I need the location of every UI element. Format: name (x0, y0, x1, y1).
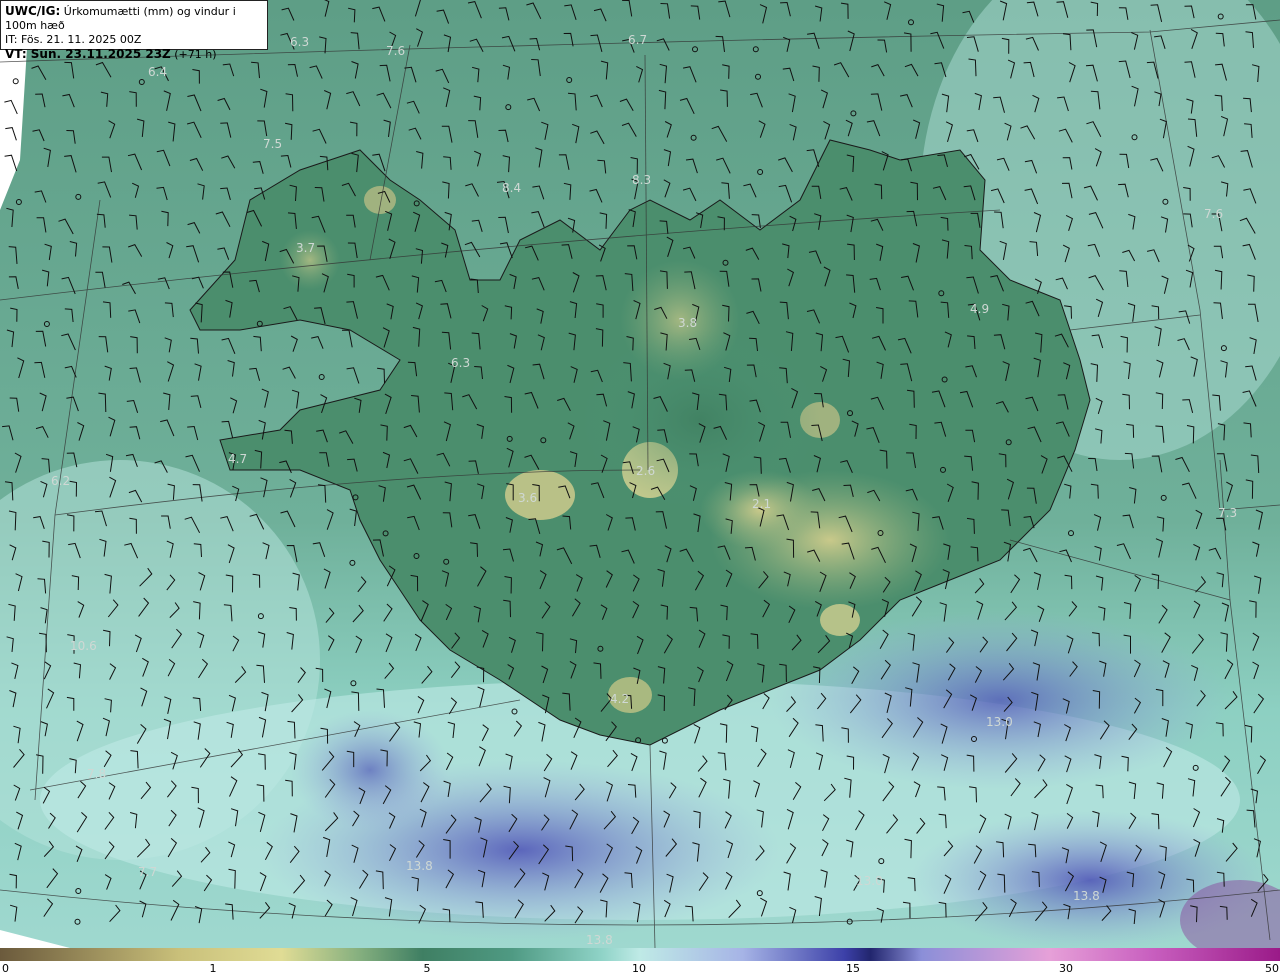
colorbar-tick: 50 (1265, 962, 1279, 975)
map-label: 7.7 (138, 865, 157, 879)
map-label: 6.2 (51, 474, 70, 488)
colorbar-tick: 30 (1059, 962, 1073, 975)
map-label: 4.7 (228, 452, 247, 466)
colorbar-gradient (0, 948, 1280, 961)
map-label: 3.6 (518, 491, 537, 505)
map-label: 7.6 (386, 44, 405, 58)
precipitable-water-map: 6.3 7.6 6.7 6.4 7.5 8.4 8.3 3.7 7.6 3.8 … (0, 0, 1280, 948)
valid-time: VT: Sun. 23.11.2025 23Z (5, 47, 171, 61)
map-label: 13.8 (586, 933, 613, 947)
map-label: 4.2 (610, 692, 629, 706)
map-label: 6.3 (290, 35, 309, 49)
map-label: 6.3 (451, 356, 470, 370)
map-label: 10.6 (70, 639, 97, 653)
map-label: 13.0 (856, 874, 883, 888)
colorbar-tick: 0 (2, 962, 9, 975)
map-title-box: UWC/IG: Úrkomumætti (mm) og vindur i 100… (0, 0, 268, 61)
lead-time: (+71 h) (174, 48, 217, 61)
colorbar-tick: 10 (632, 962, 646, 975)
init-time: IT: Fös. 21. 11. 2025 00Z (5, 33, 142, 46)
map-label: 3.7 (296, 241, 315, 255)
product-code: UWC/IG: (5, 4, 61, 18)
map-label: 8.3 (632, 173, 651, 187)
map-label: 7.5 (263, 137, 282, 151)
map-label: 13.0 (986, 715, 1013, 729)
map-label: 2.6 (636, 464, 655, 478)
map-label: 13.8 (1073, 889, 1100, 903)
colorbar-tick: 1 (209, 962, 217, 975)
map-label: 3.8 (678, 316, 697, 330)
map-label: 8.4 (502, 181, 521, 195)
map-label: 7.3 (1218, 506, 1237, 520)
map-label: 6.4 (148, 65, 167, 79)
map-label: 7.8 (87, 767, 106, 781)
map-label: 13.8 (406, 859, 433, 873)
colorbar-tick: 15 (846, 962, 860, 975)
map-label: 4.9 (970, 302, 989, 316)
map-label: 2.1 (752, 497, 771, 511)
map-label: 7.6 (1204, 207, 1223, 221)
map-label: 6.7 (628, 33, 647, 47)
colorbar: 0 1 5 10 15 30 50 (0, 948, 1280, 978)
colorbar-tick: 5 (423, 962, 431, 975)
